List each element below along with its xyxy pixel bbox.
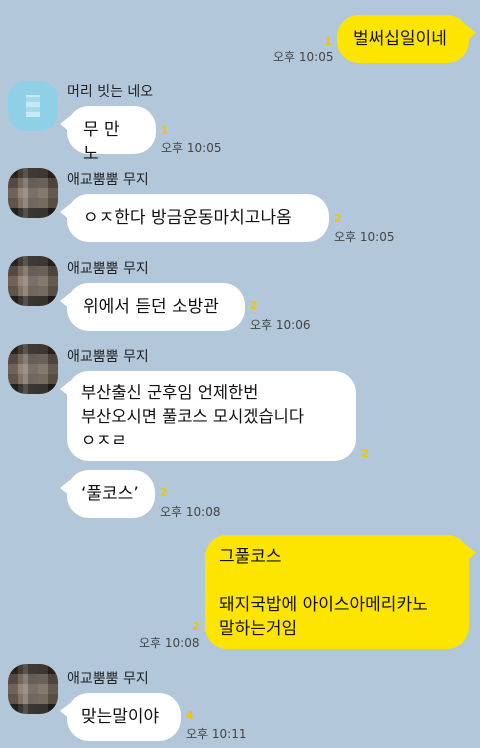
message-bubble-incoming[interactable]: 부산출신 군후임 언제한번 부산오시면 풀코스 모시겠습니다 ㅇㅈㄹ	[60, 371, 356, 461]
message-bubble-outgoing[interactable]: 그풀코스 돼지국밥에 아이스아메리카노 말하는거임	[205, 535, 476, 649]
unread-count: 2	[250, 299, 258, 312]
message-time: 오후 10:06	[250, 318, 311, 332]
message-time: 오후 10:08	[139, 636, 200, 650]
sender-name: 애교뿜뿜 무지	[67, 349, 149, 365]
message-bubble-incoming[interactable]: 맞는말이야	[60, 693, 181, 741]
message-time: 오후 10:11	[186, 727, 247, 741]
message-bubble-incoming[interactable]: 위에서 듣던 소방관	[60, 283, 245, 331]
message-time: 오후 10:05	[334, 230, 395, 244]
message-bubble-incoming[interactable]: 무 만 노	[60, 106, 156, 164]
unread-count: 4	[186, 709, 194, 722]
message-bubble-incoming[interactable]: ‘풀코스’	[60, 470, 155, 518]
sender-name: 애교뿜뿜 무지	[67, 261, 149, 277]
unread-count: 2	[192, 620, 200, 633]
unread-count: 2	[160, 486, 168, 499]
unread-count: 2	[361, 447, 369, 460]
message-bubble-outgoing[interactable]: 벌써십일이네	[337, 15, 476, 63]
message-time: 오후 10:08	[160, 505, 221, 519]
message-time: 오후 10:05	[273, 50, 334, 64]
sender-avatar[interactable]	[8, 664, 58, 714]
sender-name: 애교뿜뿜 무지	[67, 172, 149, 188]
sender-name: 머리 빗는 네오	[67, 84, 154, 100]
sender-name: 애교뿜뿜 무지	[67, 671, 149, 687]
sender-avatar[interactable]	[8, 81, 58, 131]
unread-count: 1	[161, 124, 169, 137]
sender-avatar[interactable]	[8, 256, 58, 306]
message-bubble-incoming[interactable]: ㅇㅈ한다 방금운동마치고나옴	[60, 194, 329, 242]
unread-count: 2	[334, 212, 342, 225]
sender-avatar[interactable]	[8, 168, 58, 218]
message-time: 오후 10:05	[161, 141, 222, 155]
sender-avatar[interactable]	[8, 344, 58, 394]
unread-count: 1	[324, 35, 332, 48]
